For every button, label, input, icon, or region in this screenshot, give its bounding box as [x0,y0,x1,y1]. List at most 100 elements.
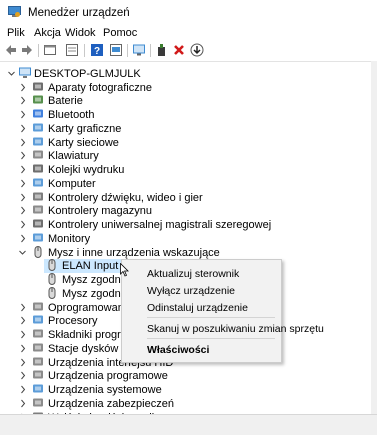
chevron-right-icon[interactable] [19,165,26,174]
chevron-right-icon[interactable] [19,96,26,105]
chevron-right-icon[interactable] [19,234,26,243]
chevron-right-icon[interactable] [19,358,26,367]
tree-item-label: Stacje dysków [48,342,119,355]
svg-text:?: ? [94,46,100,57]
chevron-right-icon[interactable] [19,330,26,339]
printer-icon [33,164,43,173]
tree-item[interactable]: Baterie [0,94,360,108]
mouse-icon [48,286,56,299]
properties-icon[interactable] [43,43,57,57]
tree-item[interactable]: Bluetooth [0,108,360,122]
properties-menu-item[interactable]: Właściwości [147,344,209,356]
menu-plik[interactable]: Plik [7,27,25,39]
tree-child-item[interactable]: Mysz zgodna z [0,286,135,301]
toolbar-separator [127,44,128,57]
status-bar [0,414,377,435]
help-icon[interactable]: ? [90,43,104,57]
tree-root[interactable]: DESKTOP-GLMJULK [0,67,141,81]
tree-item[interactable]: Mysz i inne urządzenia wskazujące [0,245,360,260]
tree-item-label: Baterie [48,95,83,108]
tree-item-label: Kontrolery dźwięku, wideo i gier [48,191,203,204]
chevron-right-icon[interactable] [19,138,26,147]
chevron-right-icon[interactable] [19,303,26,312]
chevron-right-icon[interactable] [19,385,26,394]
scan-monitor-icon[interactable] [132,43,146,57]
tree-item-label: Mysz i inne urządzenia wskazujące [48,246,220,259]
vertical-scrollbar[interactable] [371,61,377,414]
tree-item-label: Procesory [48,315,98,328]
tree-child-item[interactable]: Mysz zgodna z [0,273,135,287]
mouse-cursor-icon [120,263,129,277]
chevron-right-icon[interactable] [19,206,26,215]
uninstall-x-icon[interactable] [172,43,186,57]
chevron-right-icon[interactable] [19,151,26,160]
context-menu: Aktualizuj sterownik Wyłącz urządzenie O… [121,259,324,363]
tree-item-label: Urządzenia zabezpieczeń [48,397,174,410]
tree-item[interactable]: Kontrolery dźwięku, wideo i gier [0,191,360,205]
tree-item[interactable]: Urządzenia zabezpieczeń [0,397,360,411]
menu-pomoc[interactable]: Pomoc [103,27,137,39]
usb-icon [33,219,43,228]
mouse-icon [34,245,42,258]
chevron-right-icon[interactable] [19,179,26,188]
chevron-right-icon[interactable] [19,371,26,380]
uninstall-device-menu-item[interactable]: Odinstaluj urządzenie [147,302,248,314]
toolbar-separator [150,44,151,57]
scan-hardware-menu-item[interactable]: Skanuj w poszukiwaniu zmian sprzętu [147,323,324,335]
chevron-down-icon[interactable] [19,248,26,257]
device-info-icon[interactable] [109,43,123,57]
chevron-right-icon[interactable] [19,399,26,408]
computer-icon [19,67,31,78]
processor-icon [33,315,43,324]
update-download-icon[interactable] [190,43,204,57]
add-driver-icon[interactable] [155,43,169,57]
chevron-down-icon[interactable] [8,69,15,78]
forward-arrow-icon[interactable] [20,43,34,57]
tree-item-label: Bluetooth [48,109,95,121]
chevron-right-icon[interactable] [19,110,26,119]
tree-item-label: Urządzenia programowe [48,370,168,383]
tree-item-label: Karty graficzne [48,122,122,135]
storage-controller-icon [33,205,43,214]
update-driver-menu-item[interactable]: Aktualizuj sterownik [147,268,239,280]
chevron-right-icon[interactable] [19,316,26,325]
tree-item[interactable]: Kontrolery magazynu [0,204,360,218]
back-arrow-icon[interactable] [4,43,18,57]
tree-item-label: Aparaty fotograficzne [48,81,152,94]
tree-item-label: Komputer [48,177,96,190]
tree-item[interactable]: Karty sieciowe [0,136,360,150]
menu-separator [147,338,275,339]
computer-icon [33,178,43,187]
tree-item[interactable]: Kolejki wydruku [0,163,360,177]
tree-item-label: Kolejki wydruku [48,164,125,176]
show-hidden-icon[interactable] [65,43,79,57]
tree-item-label: Kontrolery uniwersalnej magistrali szere… [48,219,272,231]
security-device-icon [33,398,43,407]
chevron-right-icon[interactable] [19,344,26,353]
tree-child-item[interactable]: ELAN Input Dev [0,259,141,274]
disable-device-menu-item[interactable]: Wyłącz urządzenie [147,285,235,297]
tree-item[interactable]: Urządzenia programowe [0,369,360,383]
tree-item[interactable]: Urządzenia systemowe [0,383,360,397]
menu-akcja[interactable]: Akcja [34,27,61,39]
chevron-right-icon[interactable] [19,124,26,133]
tree-item[interactable]: Monitory [0,232,360,246]
tree-item-label: Monitory [48,232,91,245]
tree-item[interactable]: Aparaty fotograficzne [0,81,360,95]
tree-item-label: Urządzenia systemowe [48,384,162,396]
chevron-right-icon[interactable] [19,83,26,92]
tree-item[interactable]: Klawiatury [0,149,360,163]
network-adapter-icon [33,137,43,145]
mouse-icon [48,259,56,272]
tree-item[interactable]: Kontrolery uniwersalnej magistrali szere… [0,218,360,232]
chevron-right-icon[interactable] [19,220,26,229]
tree-item[interactable]: Komputer [0,177,360,191]
tree-item[interactable]: Karty graficzne [0,122,360,136]
tree-root-label: DESKTOP-GLMJULK [34,68,141,80]
hid-icon [33,357,43,365]
keyboard-icon [33,150,43,159]
device-manager-app-icon [8,6,21,17]
chevron-right-icon[interactable] [19,193,26,202]
menu-widok[interactable]: Widok [65,27,96,39]
speaker-icon [33,192,43,200]
